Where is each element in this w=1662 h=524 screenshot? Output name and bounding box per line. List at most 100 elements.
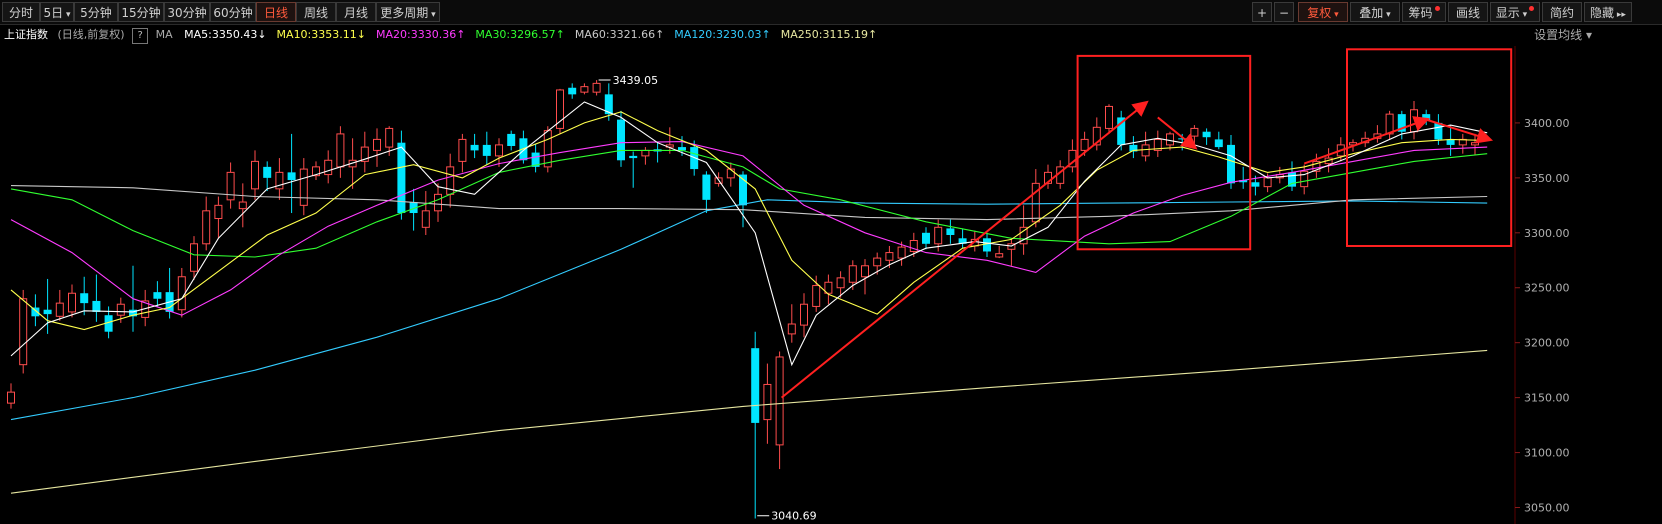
ma-value-5: MA120:3230.03 ↑ <box>674 25 770 45</box>
toolbar-button-5[interactable]: 简约 <box>1542 2 1582 22</box>
y-tick-label: 3350.00 <box>1524 172 1570 185</box>
period-tab-1[interactable]: 5日 ▾ <box>40 2 74 22</box>
candle-body <box>580 86 589 93</box>
chart-mode: (日线,前复权) <box>57 28 125 41</box>
ma10-line <box>10 111 1488 331</box>
notification-dot-icon <box>1434 6 1440 11</box>
period-tab-2[interactable]: 5分钟 <box>74 2 118 22</box>
toolbar-button-label: 画线 <box>1455 6 1480 20</box>
period-tab-4[interactable]: 30分钟 <box>164 2 210 22</box>
period-tab-label: 日线 <box>263 6 288 20</box>
toolbar-button-6[interactable]: 隐藏 ▸▸ <box>1584 2 1632 22</box>
candle-body <box>1141 144 1150 157</box>
ma5-line <box>10 101 1488 367</box>
candle-body <box>751 348 760 423</box>
candle-body <box>92 300 101 312</box>
candle-body <box>861 265 869 278</box>
ma-value-text: MA60:3321.66 <box>574 28 656 41</box>
toolbar-button-1[interactable]: 叠加 ▾ <box>1350 2 1400 22</box>
candle-body <box>470 144 479 151</box>
y-tick-label: 3200.00 <box>1524 337 1570 350</box>
ma-trend-arrow-icon: ↑ <box>655 28 665 41</box>
candle-body <box>507 133 516 146</box>
ma-value-text: MA5:3350.43 <box>184 28 258 41</box>
candle-body <box>848 265 857 283</box>
candle-body <box>763 383 772 421</box>
candle-body <box>177 276 186 311</box>
ma-trend-arrow-icon: ↑ <box>867 28 878 41</box>
period-tab-7[interactable]: 周线 <box>296 2 336 22</box>
highlight-box <box>1076 54 1252 251</box>
candlestick-chart[interactable]: 3050.00 3100.00 3150.00 3200.00 3250.00 3300.… <box>0 46 1662 524</box>
candle-body <box>1446 139 1455 145</box>
candle-body <box>190 243 198 272</box>
candle-body <box>812 285 821 307</box>
ma30-line <box>10 149 1488 258</box>
candle-body <box>617 119 625 161</box>
period-tab-8[interactable]: 月线 <box>336 2 376 22</box>
toolbar-button-3[interactable]: 画线 <box>1448 2 1488 22</box>
period-tab-0[interactable]: 分时 <box>2 2 40 22</box>
candle-body <box>934 226 943 245</box>
chevron-down-icon: ▾ <box>1585 28 1592 42</box>
candle-body <box>80 293 89 304</box>
trend-arrow <box>780 100 1149 399</box>
candle-body <box>55 302 64 317</box>
chevron-down-icon: ▾ <box>1383 10 1391 20</box>
ma120-line <box>10 199 1488 421</box>
ma-trend-arrow-icon: ↓ <box>356 28 366 41</box>
candle-body <box>421 210 430 228</box>
chevron-down-icon: ▾ <box>63 10 71 20</box>
ma-value-text: MA20:3330.36 <box>375 28 457 41</box>
zoom-in-button-label: + <box>1256 6 1268 20</box>
period-tab-3[interactable]: 15分钟 <box>118 2 164 22</box>
help-icon[interactable]: ? <box>132 28 149 44</box>
candle-body <box>1251 182 1260 187</box>
y-tick-label: 3400.00 <box>1524 117 1570 130</box>
candle-body <box>983 238 991 252</box>
period-tab-5[interactable]: 60分钟 <box>210 2 256 22</box>
toolbar-button-0[interactable]: 复权 ▾ <box>1298 2 1348 22</box>
candle-body <box>922 232 930 244</box>
candle-body <box>726 168 735 179</box>
candle-body <box>31 307 40 317</box>
ma-value-text: MA120:3230.03 <box>674 28 762 41</box>
candle-body <box>495 144 503 157</box>
ma-value-6: MA250:3115.19 ↑ <box>781 25 877 45</box>
toolbar-button-label: 简约 <box>1549 6 1574 20</box>
zoom-out-button-label: − <box>1278 6 1290 20</box>
trend-arrow-2 <box>1303 116 1430 165</box>
toolbar-button-label: 复权 <box>1307 6 1332 20</box>
candle-body <box>1190 127 1199 137</box>
toolbar-button-4[interactable]: 显示 ▾ <box>1490 2 1540 22</box>
candle-body <box>397 142 406 214</box>
candle-body <box>836 277 845 289</box>
candle-body <box>1227 144 1235 184</box>
ma-settings-button[interactable]: 设置均线 ▾ <box>1534 25 1592 45</box>
candle-body <box>287 172 296 181</box>
zoom-out-button[interactable]: − <box>1274 2 1294 22</box>
period-tab-label: 60分钟 <box>213 6 253 20</box>
low-price-label: 3040.69 <box>771 510 817 523</box>
candle-body <box>885 252 894 261</box>
period-tab-6[interactable]: 日线 <box>256 2 296 22</box>
candle-body <box>251 160 259 190</box>
candle-body <box>1202 131 1211 138</box>
y-tick-label: 3100.00 <box>1524 447 1570 460</box>
notification-dot-icon <box>1529 6 1535 11</box>
candle-body <box>702 174 711 200</box>
toolbar-button-2[interactable]: 筹码 <box>1402 2 1446 22</box>
ma-value-1: MA10:3353.11 ↓ <box>277 25 366 45</box>
period-tab-label: 周线 <box>303 6 328 20</box>
ma-trend-arrow-icon: ↑ <box>555 28 565 41</box>
candle-body <box>787 323 796 335</box>
zoom-in-button[interactable]: + <box>1252 2 1272 22</box>
candle-body <box>263 166 272 178</box>
period-tab-9[interactable]: 更多周期 ▾ <box>376 2 440 22</box>
candle-body <box>7 391 15 404</box>
pullback-arrow <box>1157 116 1198 150</box>
candle-body <box>1471 142 1479 146</box>
chevron-down-icon: ▾ <box>1331 10 1339 20</box>
high-price-label: 3439.05 <box>613 74 659 87</box>
ma-settings-label: 设置均线 <box>1534 28 1583 42</box>
